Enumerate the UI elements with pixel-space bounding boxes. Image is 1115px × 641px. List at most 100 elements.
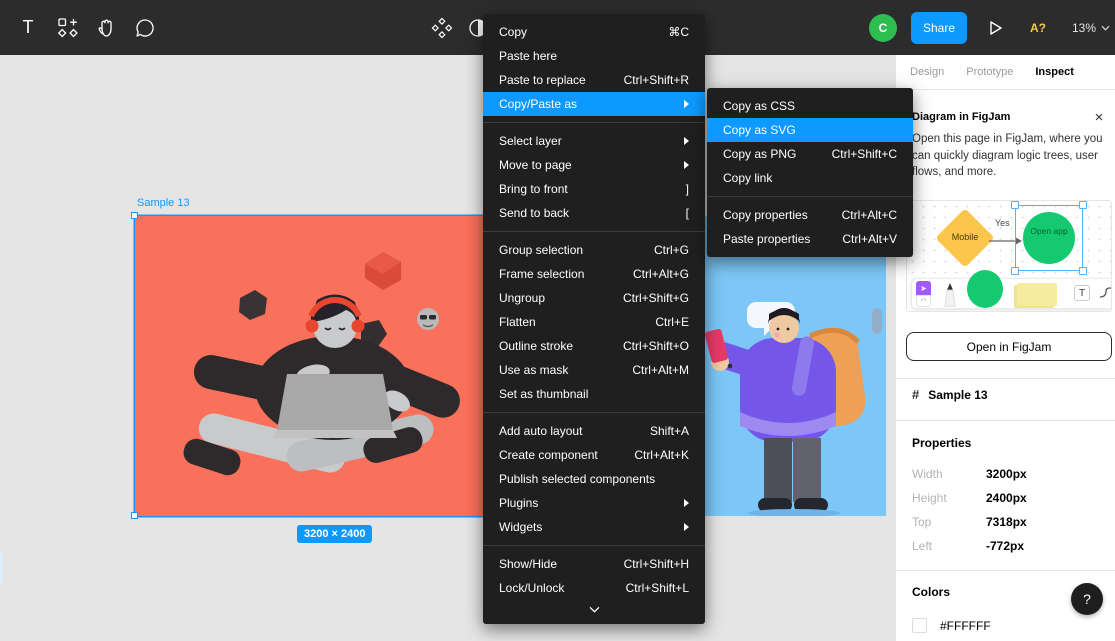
divider [896,378,1115,379]
menu-item-flatten[interactable]: Flatten Ctrl+E [483,310,705,334]
figjam-handle-top-right [1079,201,1087,209]
menu-item-label: Copy/Paste as [499,97,672,111]
menu-item-copy-paste-as[interactable]: Copy/Paste as [483,92,705,116]
menu-item-copy[interactable]: Copy ⌘C [483,20,705,44]
sidebar-tabs: Design Prototype Inspect [896,55,1115,90]
menu-separator [483,545,705,546]
chevron-down-icon [1101,25,1110,31]
submenu-item-paste-properties[interactable]: Paste properties Ctrl+Alt+V [707,227,913,251]
menu-item-widgets[interactable]: Widgets [483,515,705,539]
menu-item-label: Use as mask [499,363,620,377]
create-component-icon[interactable] [422,0,462,55]
hand-tool-icon[interactable] [86,0,126,55]
menu-item-label: Create component [499,448,622,462]
frame-illustration-coder [135,216,535,516]
property-row-width: Width 3200px [912,467,1100,481]
tab-inspect[interactable]: Inspect [1035,66,1074,78]
menu-item-label: Copy as PNG [723,147,820,161]
menu-item-bring-to-front[interactable]: Bring to front ] [483,177,705,201]
menu-item-shortcut: Ctrl+Alt+V [842,232,897,246]
menu-item-label: Group selection [499,243,642,257]
submenu-item-copy-as-png[interactable]: Copy as PNG Ctrl+Shift+C [707,142,913,166]
selection-handle-top-left[interactable] [131,212,138,219]
menu-item-move-to-page[interactable]: Move to page [483,153,705,177]
submenu-arrow-icon [684,100,689,108]
menu-item-label: Move to page [499,158,672,172]
figjam-cursor-tool: ➤ [916,281,931,295]
menu-item-label: Paste to replace [499,73,612,87]
menu-item-label: Copy [499,25,656,39]
menu-item-send-to-back[interactable]: Send to back [ [483,201,705,225]
submenu-arrow-icon [684,523,689,531]
menu-item-shortcut: Ctrl+Shift+O [623,339,689,353]
figjam-mini-toolbar: ➤ ◠ T [911,278,1112,309]
tab-design[interactable]: Design [910,66,944,78]
color-hex-value: #FFFFFF [940,619,991,633]
menu-item-label: Copy as SVG [723,123,897,137]
menu-item-publish-selected-components[interactable]: Publish selected components [483,467,705,491]
share-button[interactable]: Share [911,12,967,44]
menu-item-show-hide[interactable]: Show/Hide Ctrl+Shift+H [483,552,705,576]
menu-separator [707,196,913,197]
property-value[interactable]: 2400px [986,491,1027,505]
menu-item-label: Show/Hide [499,557,612,571]
figjam-connector-tool [1098,285,1112,301]
submenu-arrow-icon [684,137,689,145]
menu-item-label: Copy properties [723,208,830,222]
figjam-selection-box [1015,205,1083,271]
menu-item-label: Paste here [499,49,689,63]
figjam-handle-bottom-right [1079,267,1087,275]
help-button[interactable]: ? [1071,583,1103,615]
zoom-level-control[interactable]: 13% [1072,0,1110,55]
submenu-arrow-icon [684,161,689,169]
properties-section-title: Properties [912,436,971,450]
a11y-annotation-badge[interactable]: A? [1030,0,1046,55]
menu-item-ungroup[interactable]: Ungroup Ctrl+Shift+G [483,286,705,310]
menu-item-paste-to-replace[interactable]: Paste to replace Ctrl+Shift+R [483,68,705,92]
right-sidebar: Design Prototype Inspect Diagram in FigJ… [895,55,1115,641]
property-value[interactable]: 7318px [986,515,1027,529]
figjam-text-tool: T [1074,285,1090,301]
open-in-figjam-button[interactable]: Open in FigJam [906,332,1112,361]
submenu-item-copy-properties[interactable]: Copy properties Ctrl+Alt+C [707,203,913,227]
property-value[interactable]: -772px [986,539,1024,553]
tab-prototype[interactable]: Prototype [966,66,1013,78]
close-icon[interactable]: × [1089,107,1109,127]
submenu-item-copy-as-svg[interactable]: Copy as SVG [707,118,913,142]
menu-item-label: Lock/Unlock [499,581,614,595]
avatar[interactable]: C [869,14,897,42]
property-label: Width [912,467,986,481]
selection-handle-bottom-left[interactable] [131,512,138,519]
menu-item-select-layer[interactable]: Select layer [483,129,705,153]
menu-item-outline-stroke[interactable]: Outline stroke Ctrl+Shift+O [483,334,705,358]
menu-item-create-component[interactable]: Create component Ctrl+Alt+K [483,443,705,467]
menu-item-label: Send to back [499,206,674,220]
menu-item-label: Add auto layout [499,424,638,438]
selection-row[interactable]: # Sample 13 [912,387,988,402]
menu-item-add-auto-layout[interactable]: Add auto layout Shift+A [483,419,705,443]
color-row[interactable]: #FFFFFF [912,618,991,633]
comment-tool-icon[interactable] [125,0,165,55]
property-value[interactable]: 3200px [986,467,1027,481]
menu-item-shortcut: Ctrl+Alt+K [634,448,689,462]
property-label: Height [912,491,986,505]
zoom-level-value: 13% [1072,21,1096,35]
menu-item-set-as-thumbnail[interactable]: Set as thumbnail [483,382,705,406]
menu-item-use-as-mask[interactable]: Use as mask Ctrl+Alt+M [483,358,705,382]
menu-item-lock-unlock[interactable]: Lock/Unlock Ctrl+Shift+L [483,576,705,600]
submenu-item-copy-link[interactable]: Copy link [707,166,913,190]
figjam-marker-tool [942,283,958,307]
menu-item-paste-here[interactable]: Paste here [483,44,705,68]
menu-item-label: Copy link [723,171,897,185]
resources-icon[interactable] [48,0,88,55]
text-tool-icon[interactable]: T [8,0,48,55]
present-play-icon[interactable] [975,0,1015,55]
menu-scroll-down-chevron[interactable] [483,600,705,618]
frame-name-label[interactable]: Sample 13 [137,197,190,209]
menu-item-group-selection[interactable]: Group selection Ctrl+G [483,238,705,262]
menu-item-frame-selection[interactable]: Frame selection Ctrl+Alt+G [483,262,705,286]
selected-frame-sample-13[interactable] [135,216,535,516]
menu-item-shortcut: ] [686,182,689,196]
menu-item-plugins[interactable]: Plugins [483,491,705,515]
submenu-item-copy-as-css[interactable]: Copy as CSS [707,94,913,118]
